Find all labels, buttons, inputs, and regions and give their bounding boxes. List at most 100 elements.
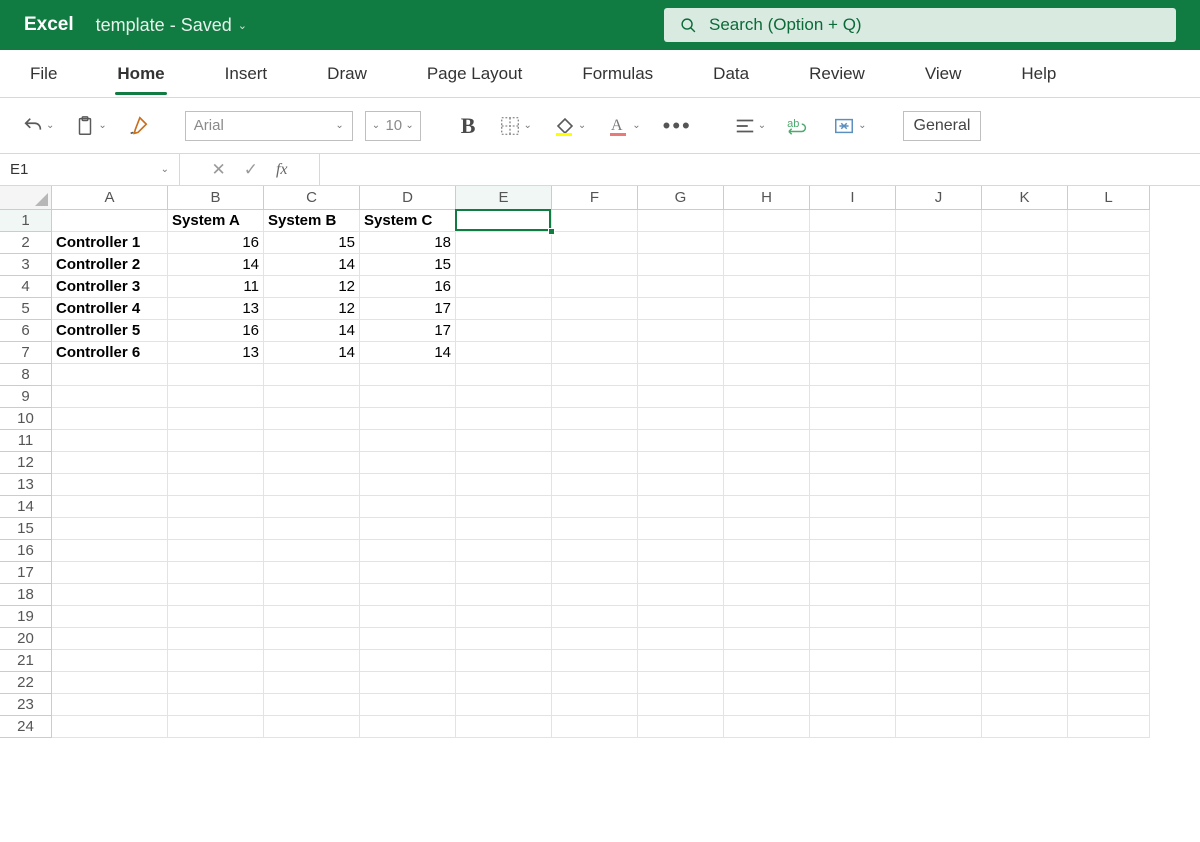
cell[interactable] [724, 518, 810, 540]
cell[interactable] [638, 254, 724, 276]
cell[interactable] [810, 232, 896, 254]
cell[interactable]: 14 [264, 254, 360, 276]
row-header[interactable]: 19 [0, 606, 52, 628]
cell[interactable] [168, 496, 264, 518]
cell[interactable] [264, 496, 360, 518]
cell[interactable] [810, 364, 896, 386]
cell[interactable] [52, 408, 168, 430]
tab-data[interactable]: Data [703, 54, 759, 94]
row-header[interactable]: 13 [0, 474, 52, 496]
cell[interactable] [982, 364, 1068, 386]
cell[interactable] [264, 694, 360, 716]
cell[interactable] [168, 672, 264, 694]
cell[interactable] [724, 320, 810, 342]
cell[interactable] [810, 474, 896, 496]
row-header[interactable]: 3 [0, 254, 52, 276]
cell[interactable] [724, 386, 810, 408]
cell[interactable] [896, 364, 982, 386]
cell[interactable] [810, 254, 896, 276]
cell[interactable] [360, 496, 456, 518]
cell[interactable] [896, 320, 982, 342]
cell[interactable] [456, 606, 552, 628]
row-header[interactable]: 11 [0, 430, 52, 452]
font-color-button[interactable]: A ⌄ [602, 110, 644, 142]
cell[interactable]: 18 [360, 232, 456, 254]
cell[interactable] [52, 672, 168, 694]
cell[interactable] [724, 496, 810, 518]
cell[interactable]: 14 [168, 254, 264, 276]
cell[interactable]: 15 [360, 254, 456, 276]
cell[interactable] [552, 562, 638, 584]
cell[interactable] [456, 474, 552, 496]
search-input[interactable]: Search (Option + Q) [664, 8, 1176, 42]
cell[interactable] [52, 584, 168, 606]
cell[interactable] [168, 386, 264, 408]
cell[interactable] [360, 474, 456, 496]
undo-button[interactable]: ⌄ [18, 111, 58, 141]
tab-insert[interactable]: Insert [215, 54, 278, 94]
cell[interactable] [552, 716, 638, 738]
cell[interactable] [896, 496, 982, 518]
cell[interactable] [52, 474, 168, 496]
cell[interactable] [52, 430, 168, 452]
cell[interactable] [896, 540, 982, 562]
cell[interactable] [896, 452, 982, 474]
cell[interactable]: 16 [168, 232, 264, 254]
column-header[interactable]: A [52, 186, 168, 210]
cell[interactable] [810, 672, 896, 694]
cell[interactable] [810, 298, 896, 320]
cell[interactable] [1068, 584, 1150, 606]
font-size-select[interactable]: ⌄ 10 ⌄ [365, 111, 421, 141]
cell[interactable] [552, 320, 638, 342]
name-box[interactable]: E1 ⌄ [0, 154, 180, 185]
tab-view[interactable]: View [915, 54, 972, 94]
cell[interactable] [1068, 650, 1150, 672]
cell[interactable] [810, 562, 896, 584]
cell[interactable] [52, 562, 168, 584]
cell[interactable] [810, 320, 896, 342]
row-header[interactable]: 24 [0, 716, 52, 738]
cell[interactable] [1068, 518, 1150, 540]
cell[interactable] [456, 584, 552, 606]
cell[interactable] [1068, 474, 1150, 496]
cell[interactable] [360, 518, 456, 540]
cell[interactable] [1068, 606, 1150, 628]
cell[interactable] [724, 606, 810, 628]
cell[interactable] [360, 408, 456, 430]
format-painter-button[interactable] [123, 111, 153, 141]
tab-file[interactable]: File [20, 54, 67, 94]
fx-icon[interactable]: fx [276, 161, 288, 179]
cell[interactable] [168, 474, 264, 496]
column-header[interactable]: G [638, 186, 724, 210]
tab-formulas[interactable]: Formulas [572, 54, 663, 94]
cell[interactable] [1068, 298, 1150, 320]
more-font-button[interactable]: ••• [657, 113, 698, 139]
font-name-select[interactable]: Arial ⌄ [185, 111, 353, 141]
row-header[interactable]: 14 [0, 496, 52, 518]
column-header[interactable]: F [552, 186, 638, 210]
cell[interactable] [896, 342, 982, 364]
cell[interactable]: 16 [168, 320, 264, 342]
row-header[interactable]: 15 [0, 518, 52, 540]
cell[interactable] [982, 694, 1068, 716]
cell[interactable] [982, 386, 1068, 408]
bold-button[interactable]: B [453, 113, 484, 139]
cell[interactable] [982, 540, 1068, 562]
cell[interactable] [982, 606, 1068, 628]
cell[interactable] [360, 606, 456, 628]
cell[interactable] [360, 452, 456, 474]
cell[interactable] [810, 408, 896, 430]
cell[interactable] [638, 342, 724, 364]
wrap-text-button[interactable]: ab [782, 111, 816, 141]
cell[interactable] [552, 540, 638, 562]
cell[interactable] [1068, 320, 1150, 342]
cell[interactable] [1068, 342, 1150, 364]
cell[interactable] [456, 298, 552, 320]
cell[interactable] [360, 716, 456, 738]
cell[interactable] [982, 298, 1068, 320]
cell[interactable] [982, 254, 1068, 276]
cell[interactable] [810, 276, 896, 298]
cell[interactable]: 14 [360, 342, 456, 364]
cell[interactable] [168, 364, 264, 386]
cell[interactable] [638, 672, 724, 694]
